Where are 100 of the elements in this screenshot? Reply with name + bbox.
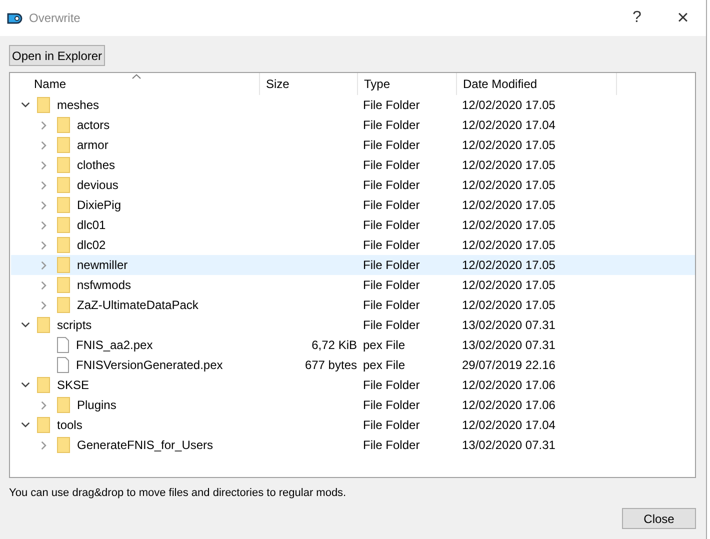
item-type: File Folder [363, 278, 420, 292]
close-dialog-button[interactable]: Close [622, 508, 696, 529]
column-header[interactable]: Date Modified [457, 73, 617, 95]
item-type: File Folder [363, 98, 420, 112]
folder-icon [57, 137, 70, 153]
item-date: 12/02/2020 17.05 [462, 298, 556, 312]
item-type: File Folder [363, 378, 420, 392]
tree-row[interactable]: dlc02 File Folder 12/02/2020 17.05 [11, 235, 695, 255]
folder-icon [57, 277, 70, 293]
folder-icon [57, 397, 70, 413]
collapse-chevron-icon[interactable] [21, 422, 30, 428]
tree-row[interactable]: GenerateFNIS_for_Users File Folder 13/02/2020 07.31 [11, 435, 695, 455]
folder-icon [57, 157, 70, 173]
item-name: FNIS_aa2.pex [76, 338, 153, 352]
item-name: newmiller [77, 258, 128, 272]
tree-row[interactable]: actors File Folder 12/02/2020 17.04 [11, 115, 695, 135]
tree-row[interactable]: nsfwmods File Folder 12/02/2020 17.05 [11, 275, 695, 295]
column-header[interactable]: Name [10, 73, 260, 95]
tree-row[interactable]: newmiller File Folder 12/02/2020 17.05 [11, 255, 695, 275]
item-name: tools [57, 418, 82, 432]
item-type: File Folder [363, 218, 420, 232]
app-icon [7, 12, 23, 24]
collapse-chevron-icon[interactable] [21, 322, 30, 328]
tree-row[interactable]: SKSE File Folder 12/02/2020 17.06 [11, 375, 695, 395]
tree-row[interactable]: devious File Folder 12/02/2020 17.05 [11, 175, 695, 195]
expand-chevron-icon[interactable] [41, 260, 47, 270]
expand-chevron-icon[interactable] [41, 300, 47, 310]
item-type: File Folder [363, 158, 420, 172]
hint-text: You can use drag&drop to move files and directories to regular mods. [9, 487, 348, 499]
item-type: File Folder [363, 418, 420, 432]
item-type: File Folder [363, 318, 420, 332]
expand-chevron-icon[interactable] [41, 160, 47, 170]
file-icon [57, 357, 69, 373]
sort-caret-icon [132, 74, 141, 79]
folder-icon [57, 297, 70, 313]
item-name: armor [77, 138, 108, 152]
item-type: File Folder [363, 198, 420, 212]
item-date: 12/02/2020 17.05 [462, 258, 556, 272]
item-name: scripts [57, 318, 92, 332]
item-date: 13/02/2020 07.31 [462, 438, 556, 452]
expand-chevron-icon[interactable] [41, 220, 47, 230]
expand-chevron-icon[interactable] [41, 240, 47, 250]
item-type: File Folder [363, 138, 420, 152]
item-name: dlc02 [77, 238, 106, 252]
expand-chevron-icon[interactable] [41, 200, 47, 210]
item-date: 12/02/2020 17.05 [462, 138, 556, 152]
item-name: GenerateFNIS_for_Users [77, 438, 214, 452]
tree-row[interactable]: scripts File Folder 13/02/2020 07.31 [11, 315, 695, 335]
tree-row[interactable]: armor File Folder 12/02/2020 17.05 [11, 135, 695, 155]
expand-chevron-icon[interactable] [41, 120, 47, 130]
tree-row[interactable]: FNIS_aa2.pex 6,72 KiB pex File 13/02/2020 07.31 [11, 335, 695, 355]
expand-chevron-icon[interactable] [41, 400, 47, 410]
item-type: File Folder [363, 238, 420, 252]
folder-icon [37, 417, 50, 433]
tree-row[interactable]: dlc01 File Folder 12/02/2020 17.05 [11, 215, 695, 235]
item-name: dlc01 [77, 218, 106, 232]
expand-chevron-icon[interactable] [41, 180, 47, 190]
tree-row[interactable]: clothes File Folder 12/02/2020 17.05 [11, 155, 695, 175]
tree-row[interactable]: DixiePig File Folder 12/02/2020 17.05 [11, 195, 695, 215]
tree-row[interactable]: tools File Folder 12/02/2020 17.04 [11, 415, 695, 435]
item-date: 12/02/2020 17.04 [462, 118, 556, 132]
close-button[interactable]: × [660, 0, 706, 36]
column-header[interactable]: Type [358, 73, 457, 95]
item-date: 13/02/2020 07.31 [462, 318, 556, 332]
tree-row[interactable]: ZaZ-UltimateDataPack File Folder 12/02/2020 17.05 [11, 295, 695, 315]
folder-icon [57, 177, 70, 193]
expand-chevron-icon[interactable] [41, 440, 47, 450]
expand-chevron-icon[interactable] [41, 280, 47, 290]
item-type: File Folder [363, 398, 420, 412]
tree-row[interactable]: meshes File Folder 12/02/2020 17.05 [11, 95, 695, 115]
folder-icon [57, 217, 70, 233]
item-name: FNISVersionGenerated.pex [76, 358, 223, 372]
tree-row[interactable]: Plugins File Folder 12/02/2020 17.06 [11, 395, 695, 415]
item-date: 12/02/2020 17.05 [462, 158, 556, 172]
collapse-chevron-icon[interactable] [21, 382, 30, 388]
expand-chevron-icon[interactable] [41, 140, 47, 150]
file-icon [57, 337, 69, 353]
item-date: 12/02/2020 17.05 [462, 218, 556, 232]
tree-row[interactable]: FNISVersionGenerated.pex 677 bytes pex File 29/07/2019 22.16 [11, 355, 695, 375]
item-size: 6,72 KiB [312, 338, 357, 352]
folder-icon [57, 257, 70, 273]
item-name: actors [77, 118, 110, 132]
item-date: 12/02/2020 17.04 [462, 418, 556, 432]
item-date: 12/02/2020 17.05 [462, 198, 556, 212]
item-size: 677 bytes [304, 358, 357, 372]
open-in-explorer-button[interactable]: Open in Explorer [9, 45, 106, 66]
item-name: Plugins [77, 398, 116, 412]
item-date: 12/02/2020 17.05 [462, 98, 556, 112]
item-name: SKSE [57, 378, 90, 392]
column-header[interactable]: Size [260, 73, 358, 95]
collapse-chevron-icon[interactable] [21, 102, 30, 108]
item-date: 13/02/2020 07.31 [462, 338, 556, 352]
item-type: pex File [363, 358, 406, 372]
item-name: ZaZ-UltimateDataPack [77, 298, 198, 312]
item-date: 12/02/2020 17.06 [462, 378, 556, 392]
item-name: nsfwmods [77, 278, 132, 292]
item-name: meshes [57, 98, 100, 112]
help-button[interactable]: ? [614, 0, 660, 36]
item-type: File Folder [363, 178, 420, 192]
window-title: Overwrite [29, 11, 80, 25]
